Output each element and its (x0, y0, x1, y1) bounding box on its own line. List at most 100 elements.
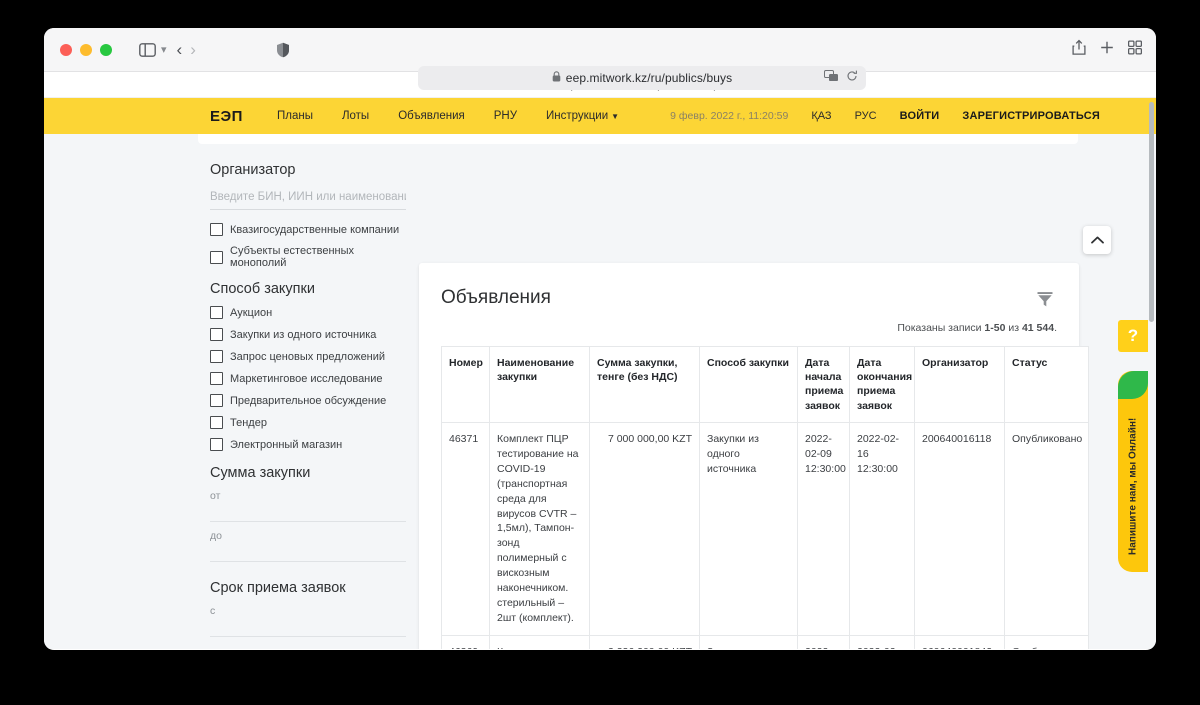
column-header-method[interactable]: Способ закупки (699, 346, 798, 423)
chevron-up-icon (1090, 236, 1104, 244)
column-header-number[interactable]: Номер (441, 346, 490, 423)
page-scrollbar[interactable] (1149, 102, 1154, 322)
address-bar[interactable]: eep.mitwork.kz/ru/publics/buys (418, 66, 866, 90)
cell-name: Кислород (489, 634, 590, 649)
nav-item-instructions-label: Инструкции (546, 110, 609, 122)
forward-button[interactable]: › (190, 41, 196, 58)
reload-icon[interactable] (846, 69, 858, 87)
column-header-organizer[interactable]: Организатор (914, 346, 1005, 423)
checkbox-price-quote-request[interactable]: Запрос ценовых предложений (210, 350, 406, 363)
cell-method: Закупки из одного источника (699, 634, 798, 649)
nav-item-rnu[interactable]: РНУ (494, 110, 517, 122)
amount-to-label: до (210, 530, 222, 542)
brand-logo[interactable]: ЕЭП (210, 108, 243, 125)
cell-sum: 7 000 000,00 KZT (589, 422, 700, 636)
organizer-checkbox-group: Квазигосударственные компании Субъекты е… (210, 223, 406, 269)
chat-widget-tab[interactable]: Напишите нам, мы Онлайн! (1118, 371, 1148, 572)
checkbox-label: Квазигосударственные компании (230, 223, 400, 236)
back-button[interactable]: ‹ (177, 41, 183, 58)
checkbox-box[interactable] (210, 223, 223, 236)
checkbox-label: Аукцион (230, 306, 273, 319)
records-range: 1-50 (984, 322, 1006, 334)
lock-icon (552, 71, 561, 85)
records-count: Показаны записи 1-50 из 41 544. (441, 322, 1057, 334)
checkbox-box[interactable] (210, 416, 223, 429)
checkbox-single-source[interactable]: Закупки из одного источника (210, 328, 406, 341)
nav-item-rnu-label: РНУ (493, 110, 518, 122)
lang-switch-kaz[interactable]: ҚАЗ (811, 110, 831, 122)
cell-sum: 3 336 200,00 KZT (589, 634, 700, 649)
lang-switch-rus[interactable]: РУС (855, 110, 877, 122)
checkbox-box[interactable] (210, 438, 223, 451)
browser-toolbar: ▾ ‹ › eep.mitwork.kz/ru/publics/buys (44, 28, 1156, 90)
register-button[interactable]: ЗАРЕГИСТРИРОВАТЬСЯ (962, 110, 1100, 122)
checkbox-tender[interactable]: Тендер (210, 416, 406, 429)
amount-from-input[interactable] (210, 502, 406, 522)
login-button[interactable]: ВОЙТИ (900, 110, 940, 122)
checkbox-natural-monopolies[interactable]: Субъекты естественных монополий (210, 245, 406, 269)
translate-icon[interactable] (824, 69, 839, 87)
table-row[interactable]: 46371 Комплект ПЦР тестирование на COVID… (441, 422, 1089, 636)
checkbox-auction[interactable]: Аукцион (210, 306, 406, 319)
nav-item-plans-label: Планы (276, 110, 313, 122)
checkbox-marketing-research[interactable]: Маркетинговое исследование (210, 372, 406, 385)
help-button[interactable]: ? (1118, 320, 1148, 352)
nav-item-plans[interactable]: Планы (277, 110, 313, 122)
minimize-window-button[interactable] (80, 43, 92, 56)
records-prefix: Показаны записи (897, 322, 985, 334)
column-header-name[interactable]: Наименование закупки (489, 346, 590, 423)
amount-from-label: от (210, 490, 221, 502)
organizer-search-input[interactable] (210, 191, 406, 210)
checkbox-box[interactable] (210, 250, 223, 264)
checkbox-preliminary-discussion[interactable]: Предварительное обсуждение (210, 394, 406, 407)
checkbox-label: Предварительное обсуждение (230, 394, 387, 407)
organizer-section-title: Организатор (210, 162, 296, 178)
checkbox-box[interactable] (210, 350, 223, 363)
table-row[interactable]: 46369 Кислород 3 336 200,00 KZT Закупки … (441, 634, 1089, 649)
sidebar-chevron-down-icon[interactable]: ▾ (161, 43, 167, 56)
question-mark-icon: ? (1127, 326, 1139, 345)
panel-title: Объявления (441, 287, 551, 308)
chat-widget-label: Напишите нам, мы Онлайн! (1127, 417, 1139, 556)
share-icon[interactable] (1072, 39, 1086, 60)
column-header-start-date[interactable]: Дата начала приема заявок (797, 346, 850, 423)
column-header-end-date[interactable]: Дата окончания приема заявок (849, 346, 915, 423)
checkbox-quasi-state-companies[interactable]: Квазигосударственные компании (210, 223, 406, 236)
deadline-section-title: Срок приема заявок (210, 580, 346, 596)
panel-header: Объявления (441, 287, 1057, 316)
nav-item-lots[interactable]: Лоты (342, 110, 369, 122)
cell-name: Комплект ПЦР тестирование на COVID-19 (т… (489, 422, 590, 636)
scroll-to-top-button[interactable] (1083, 226, 1111, 254)
cell-method: Закупки из одного источника (699, 422, 798, 636)
checkbox-electronic-store[interactable]: Электронный магазин (210, 438, 406, 451)
method-section-title: Способ закупки (210, 281, 315, 297)
checkbox-label: Электронный магазин (230, 438, 343, 451)
checkbox-box[interactable] (210, 328, 223, 341)
checkbox-label: Субъекты естественных монополий (230, 245, 355, 269)
records-total: 41 544 (1021, 322, 1055, 334)
sidebar-toggle-icon[interactable] (134, 37, 160, 63)
cell-number: 46371 (441, 422, 490, 636)
checkbox-box[interactable] (210, 394, 223, 407)
filter-funnel-icon[interactable] (1033, 287, 1057, 316)
cell-end-date: 2022-02-11 10:00:00 (849, 634, 915, 649)
checkbox-box[interactable] (210, 306, 223, 319)
leaf-icon (1118, 371, 1148, 399)
plus-icon[interactable] (1100, 40, 1114, 59)
maximize-window-button[interactable] (100, 43, 112, 56)
privacy-shield-icon[interactable] (276, 42, 290, 58)
checkbox-box[interactable] (210, 372, 223, 385)
above-card-stub (198, 134, 1078, 144)
checkbox-label: Тендер (230, 416, 267, 429)
close-window-button[interactable] (60, 43, 72, 56)
tab-overview-icon[interactable] (1127, 39, 1143, 59)
column-header-status[interactable]: Статус (1004, 346, 1089, 423)
deadline-from-input[interactable] (210, 617, 406, 637)
amount-to-input[interactable] (210, 542, 406, 562)
window-traffic-lights[interactable] (60, 43, 112, 56)
nav-item-announcements[interactable]: Объявления (398, 110, 465, 122)
nav-item-announcements-label: Объявления (398, 110, 465, 122)
nav-item-instructions[interactable]: Инструкции ▼ (546, 110, 619, 122)
column-header-sum[interactable]: Сумма закупки, тенге (без НДС) (589, 346, 700, 423)
cell-start-date: 2022-02-09 12:30:00 (797, 422, 850, 636)
